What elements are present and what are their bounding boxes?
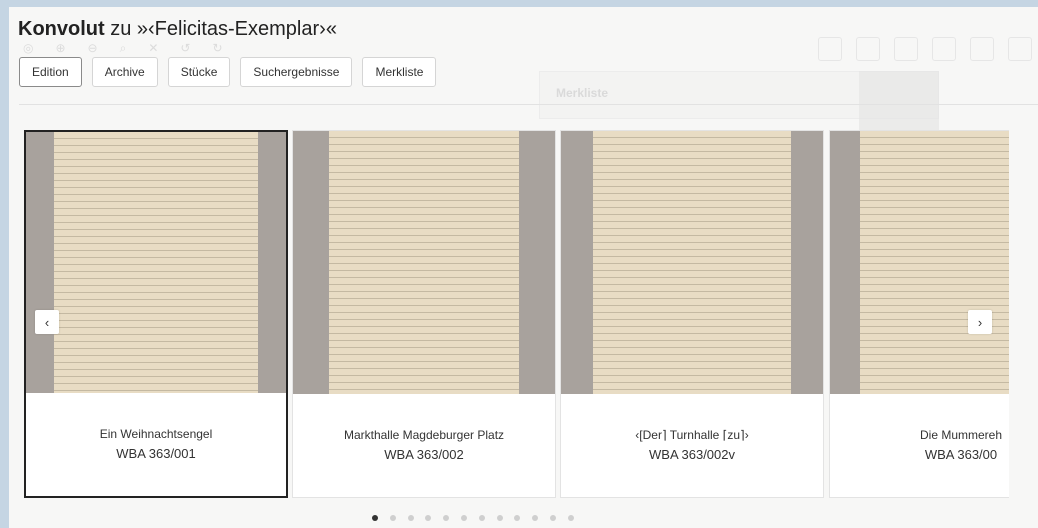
card-title: Ein Weihnachtsengel	[99, 427, 213, 441]
pagination-dot-12[interactable]	[567, 515, 574, 521]
pagination-dot-10[interactable]	[532, 515, 539, 521]
ghost-panel-title: Merkliste	[556, 86, 609, 100]
tab-merkliste[interactable]: Merkliste	[362, 57, 437, 87]
page-title-bold: Konvolut	[18, 18, 105, 40]
manuscript-thumbnail	[830, 131, 1009, 394]
card-signature: WBA 363/00	[924, 447, 998, 462]
pagination-dot-11[interactable]	[549, 515, 556, 521]
tab-suchergebnisse[interactable]: Suchergebnisse	[240, 57, 353, 87]
manuscript-thumbnail	[561, 131, 823, 394]
pagination-dot-2[interactable]	[389, 515, 396, 521]
page-title: Konvolut zu »‹Felicitas-Exemplar›«	[18, 18, 337, 41]
tab-stuecke[interactable]: Stücke	[167, 57, 231, 87]
card-signature: WBA 363/002	[384, 447, 464, 462]
chevron-left-icon: ‹	[44, 314, 50, 330]
manuscript-page	[54, 132, 258, 393]
pagination-dot-8[interactable]	[496, 515, 503, 521]
card-caption: ‹[Der⌉ Turnhalle ⌈zu⌉› WBA 363/002v	[561, 393, 823, 497]
carousel-card-3[interactable]: ‹[Der⌉ Turnhalle ⌈zu⌉› WBA 363/002v	[560, 130, 824, 498]
card-title: Die Mummereh	[919, 428, 1003, 442]
card-signature: WBA 363/001	[116, 446, 196, 461]
app-window: ◎ ⊕ ⊖ ⌕ ✕ ↺ ↻ Merkliste Konvolut zu »‹Felicita…	[9, 7, 1038, 528]
card-caption: Markthalle Magdeburger Platz WBA 363/002	[293, 393, 555, 497]
pagination-dot-1[interactable]	[372, 515, 378, 521]
card-title: ‹[Der⌉ Turnhalle ⌈zu⌉›	[635, 428, 749, 442]
card-caption: Die Mummereh WBA 363/00	[830, 393, 1009, 497]
tab-archive[interactable]: Archive	[91, 57, 158, 87]
manuscript-page	[329, 131, 519, 394]
manuscript-page	[860, 131, 1009, 394]
page-title-rest: zu »‹Felicitas-Exemplar›«	[104, 18, 337, 40]
manuscript-thumbnail	[293, 131, 555, 394]
carousel-prev-button[interactable]: ‹	[35, 310, 59, 334]
pagination-dot-7[interactable]	[478, 515, 485, 521]
pagination-dot-4[interactable]	[425, 515, 432, 521]
card-signature: WBA 363/002v	[649, 447, 735, 462]
ghost-toolbar: ◎ ⊕ ⊖ ⌕ ✕ ↺ ↻	[23, 41, 223, 55]
tab-bar: Edition Archive Stücke Suchergebnisse Me…	[19, 57, 437, 87]
divider	[19, 104, 1038, 105]
card-title: Markthalle Magdeburger Platz	[343, 428, 505, 442]
ghost-right-toolbar	[818, 37, 1032, 61]
pagination-dot-5[interactable]	[443, 515, 450, 521]
carousel-card-1[interactable]: Ein Weihnachtsengel WBA 363/001	[24, 130, 288, 498]
carousel-pagination	[372, 515, 574, 521]
carousel-next-button[interactable]: ›	[968, 310, 992, 334]
manuscript-carousel: Ein Weihnachtsengel WBA 363/001 Markthal…	[24, 128, 1009, 503]
tab-edition[interactable]: Edition	[19, 57, 82, 87]
ghost-merkliste-panel: Merkliste	[539, 71, 939, 119]
chevron-right-icon: ›	[977, 314, 983, 330]
carousel-card-2[interactable]: Markthalle Magdeburger Platz WBA 363/002	[292, 130, 556, 498]
ghost-scroll-area	[859, 71, 939, 131]
pagination-dot-6[interactable]	[460, 515, 467, 521]
manuscript-thumbnail	[26, 132, 286, 393]
manuscript-page	[593, 131, 791, 394]
pagination-dot-3[interactable]	[407, 515, 414, 521]
pagination-dot-9[interactable]	[514, 515, 521, 521]
card-caption: Ein Weihnachtsengel WBA 363/001	[26, 392, 286, 496]
